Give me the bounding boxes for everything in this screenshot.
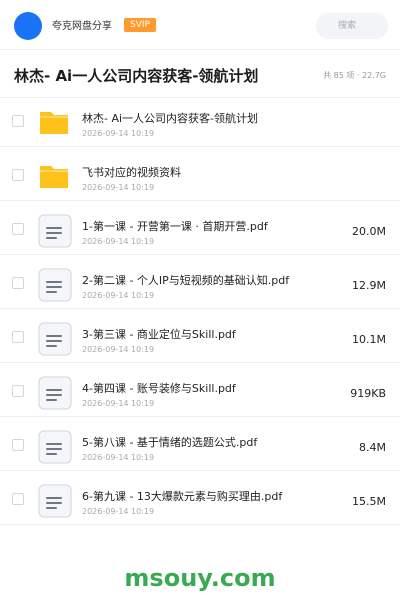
row-checkbox[interactable] — [12, 223, 24, 235]
file-date: 2026-09-14 10:19 — [82, 291, 155, 300]
file-size: 10.1M — [352, 333, 386, 346]
folder-row[interactable]: 飞书对应的视频资料 2026-09-14 10:19 — [0, 147, 400, 201]
folder-icon — [38, 160, 70, 192]
file-name: 5-第八课 - 基于情绪的选题公式.pdf — [82, 436, 258, 449]
avatar[interactable] — [14, 12, 42, 40]
page-title: 林杰- Ai一人公司内容获客-领航计划 — [14, 67, 259, 85]
folder-header: 林杰- Ai一人公司内容获客-领航计划 共 85 项 · 22.7G — [0, 50, 400, 98]
folder-icon — [38, 106, 70, 138]
file-size: 20.0M — [352, 225, 386, 238]
file-date: 2026-09-14 10:19 — [82, 399, 155, 408]
watermark: msouy.com — [124, 564, 276, 592]
row-checkbox[interactable] — [12, 331, 24, 343]
row-checkbox[interactable] — [12, 169, 24, 181]
row-checkbox[interactable] — [12, 277, 24, 289]
brand-name: 夸克网盘分享 — [52, 21, 112, 32]
file-name: 飞书对应的视频资料 — [82, 166, 181, 179]
file-list: 林杰- Ai一人公司内容获客-领航计划 2026-09-14 10:19 飞书对应的… — [0, 93, 400, 525]
item-summary: 共 85 项 · 22.7G — [323, 71, 386, 80]
document-icon — [38, 214, 72, 248]
file-row[interactable]: 3-第三课 - 商业定位与Skill.pdf 2026-09-14 10:19 10… — [0, 309, 400, 363]
file-name: 2-第二课 - 个人IP与短视频的基础认知.pdf — [82, 274, 290, 287]
document-icon — [38, 484, 72, 518]
file-name: 林杰- Ai一人公司内容获客-领航计划 — [82, 112, 259, 125]
row-checkbox[interactable] — [12, 115, 24, 127]
document-icon — [38, 322, 72, 356]
file-row[interactable]: 2-第二课 - 个人IP与短视频的基础认知.pdf 2026-09-14 10:1… — [0, 255, 400, 309]
folder-row[interactable]: 林杰- Ai一人公司内容获客-领航计划 2026-09-14 10:19 — [0, 93, 400, 147]
search-input[interactable] — [316, 13, 388, 39]
document-icon — [38, 268, 72, 302]
file-row[interactable]: 1-第一课 - 开营第一课 · 首期开营.pdf 2026-09-14 10:19… — [0, 201, 400, 255]
file-row[interactable]: 5-第八课 - 基于情绪的选题公式.pdf 2026-09-14 10:19 8.4… — [0, 417, 400, 471]
file-name: 4-第四课 - 账号装修与Skill.pdf — [82, 382, 236, 395]
file-name: 6-第九课 - 13大爆款元素与购买理由.pdf — [82, 490, 283, 503]
row-checkbox[interactable] — [12, 385, 24, 397]
app-window: 夸克网盘分享 SVIP 林杰- Ai一人公司内容获客-领航计划 共 85 项 ·… — [0, 0, 400, 600]
file-date: 2026-09-14 10:19 — [82, 507, 155, 516]
row-checkbox[interactable] — [12, 439, 24, 451]
file-date: 2026-09-14 10:19 — [82, 183, 155, 192]
file-date: 2026-09-14 10:19 — [82, 453, 155, 462]
row-checkbox[interactable] — [12, 493, 24, 505]
file-size: 12.9M — [352, 279, 386, 292]
file-date: 2026-09-14 10:19 — [82, 345, 155, 354]
file-name: 1-第一课 - 开营第一课 · 首期开营.pdf — [82, 220, 268, 233]
svip-badge[interactable]: SVIP — [124, 18, 156, 32]
file-size: 919KB — [350, 387, 386, 400]
file-size: 15.5M — [352, 495, 386, 508]
file-size: 8.4M — [359, 441, 386, 454]
file-date: 2026-09-14 10:19 — [82, 237, 155, 246]
file-row[interactable]: 6-第九课 - 13大爆款元素与购买理由.pdf 2026-09-14 10:19… — [0, 471, 400, 525]
file-row[interactable]: 4-第四课 - 账号装修与Skill.pdf 2026-09-14 10:19 91… — [0, 363, 400, 417]
file-name: 3-第三课 - 商业定位与Skill.pdf — [82, 328, 236, 341]
file-date: 2026-09-14 10:19 — [82, 129, 155, 138]
document-icon — [38, 430, 72, 464]
top-bar: 夸克网盘分享 SVIP — [0, 0, 400, 50]
document-icon — [38, 376, 72, 410]
